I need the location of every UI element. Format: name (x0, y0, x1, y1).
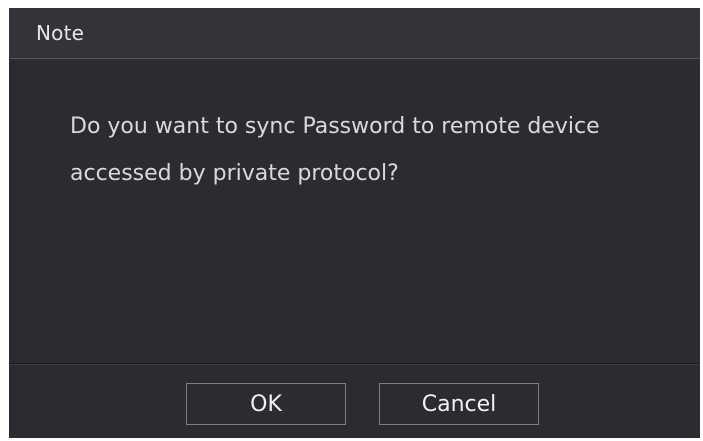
sync-password-dialog: Note Do you want to sync Password to rem… (9, 8, 700, 438)
ok-button[interactable]: OK (186, 383, 346, 425)
cancel-button[interactable]: Cancel (379, 383, 539, 425)
dialog-titlebar: Note (9, 8, 700, 59)
dialog-footer: OK Cancel (9, 364, 700, 438)
dialog-title: Note (36, 21, 85, 45)
dialog-message: Do you want to sync Password to remote d… (70, 114, 600, 186)
dialog-body: Do you want to sync Password to remote d… (9, 59, 700, 364)
